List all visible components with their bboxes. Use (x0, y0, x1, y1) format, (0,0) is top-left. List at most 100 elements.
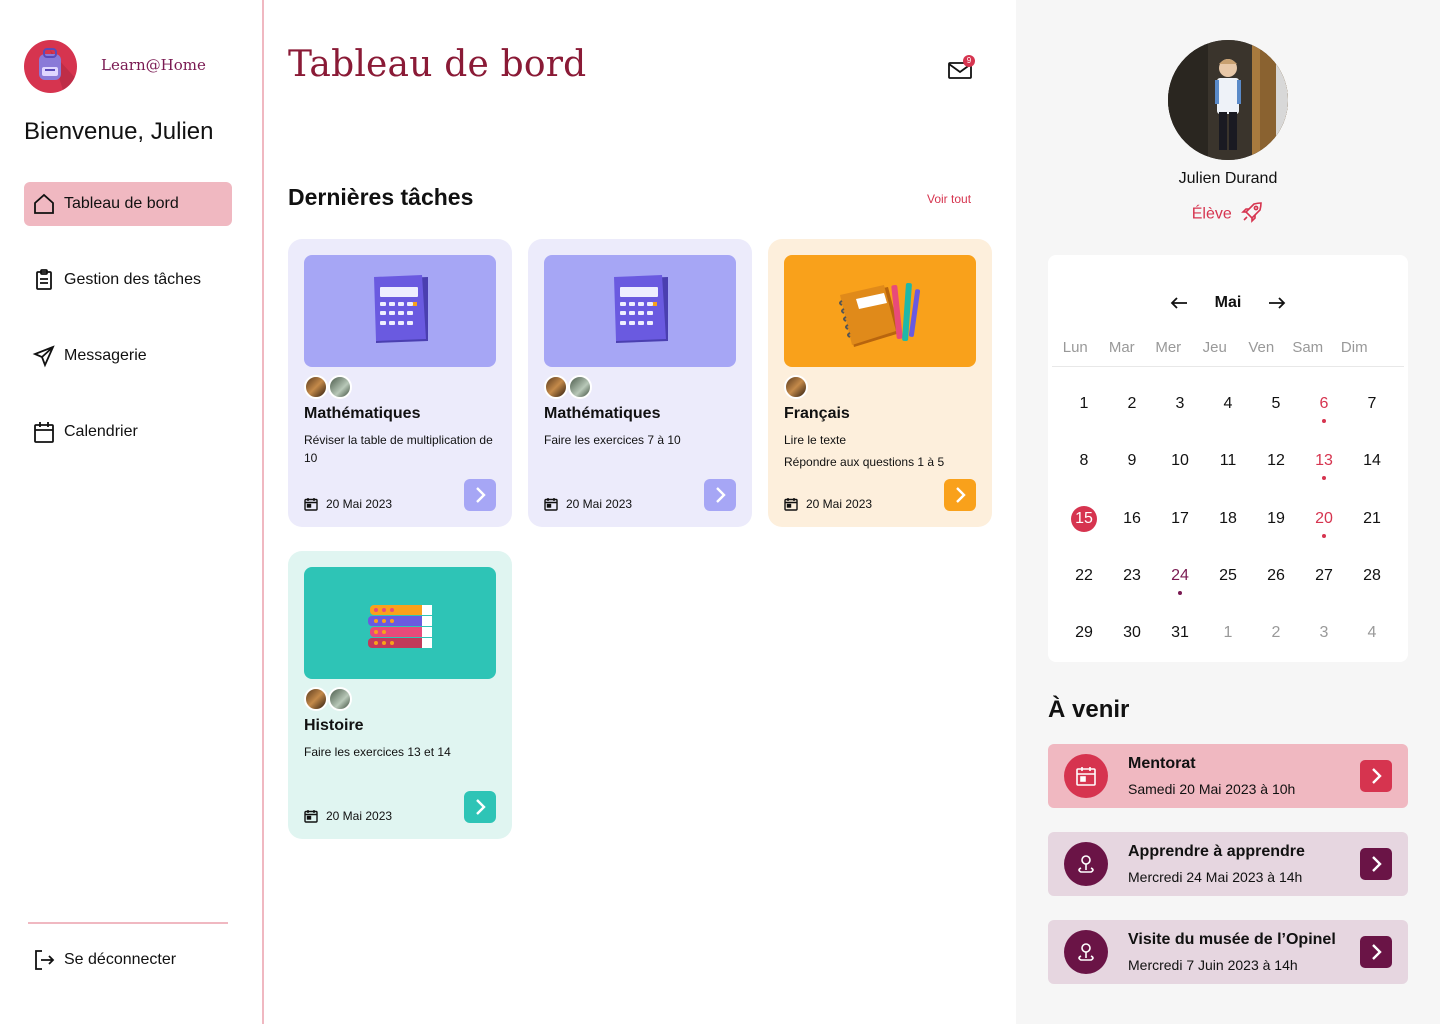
calendar-day[interactable]: 2 (1108, 379, 1156, 436)
upcoming-event[interactable]: Mentorat Samedi 20 Mai 2023 à 10h (1048, 744, 1408, 808)
event-dot (1322, 533, 1326, 538)
sidebar-item-label: Messagerie (64, 347, 147, 364)
calendar-day[interactable]: 21 (1348, 494, 1396, 551)
calendar-day[interactable]: 3 (1156, 379, 1204, 436)
calendar-month: Mai (1214, 294, 1242, 311)
event-title: Mentorat (1128, 755, 1196, 772)
page-title: Tableau de bord (288, 44, 587, 85)
task-subject: Mathématiques (544, 405, 661, 422)
task-card[interactable]: Mathématiques Faire les exercices 7 à 10… (528, 239, 752, 527)
profile-avatar[interactable] (1168, 40, 1288, 160)
calendar-grid: 1 2 3 4 5 6 7 8 9 10 11 12 13 14 15 16 1… (1060, 379, 1396, 665)
calendar-day[interactable]: 10 (1156, 436, 1204, 493)
sidebar-item-messaging[interactable]: Messagerie (24, 334, 232, 378)
task-date: 20 Mai 2023 (304, 809, 392, 823)
calendar-day[interactable]: 12 (1252, 436, 1300, 493)
rocket-icon (1240, 200, 1264, 229)
books-icon (304, 567, 496, 679)
calendar-day-next-month[interactable]: 1 (1204, 608, 1252, 665)
open-task-button[interactable] (704, 479, 736, 511)
calendar-day[interactable]: 14 (1348, 436, 1396, 493)
profile-name: Julien Durand (1178, 170, 1278, 187)
calendar-day[interactable]: 5 (1252, 379, 1300, 436)
calendar-day[interactable]: 28 (1348, 551, 1396, 608)
weekday-label: Sam (1292, 339, 1324, 356)
calendar-divider (1052, 366, 1404, 367)
upcoming-event[interactable]: Visite du musée de l’Opinel Mercredi 7 J… (1048, 920, 1408, 984)
calendar-day[interactable]: 13 (1300, 436, 1348, 493)
calendar-day[interactable]: 6 (1300, 379, 1348, 436)
calendar-day-next-month[interactable]: 4 (1348, 608, 1396, 665)
sidebar-item-calendar[interactable]: Calendrier (24, 410, 232, 454)
calendar-week-row: 15 16 17 18 19 20 21 (1060, 494, 1396, 551)
calendar-day-next-month[interactable]: 3 (1300, 608, 1348, 665)
avatar (328, 375, 352, 399)
sidebar-item-tasks[interactable]: Gestion des tâches (24, 258, 232, 302)
weekday-label: Mar (1108, 339, 1135, 356)
calendar-day[interactable]: 27 (1300, 551, 1348, 608)
sidebar-nav: Tableau de bord Gestion des tâches Messa… (24, 182, 232, 486)
tasks-section-title: Dernières tâches (288, 184, 474, 210)
calendar-day[interactable]: 11 (1204, 436, 1252, 493)
event-dot (1322, 419, 1326, 423)
calendar-header: Mai (1048, 291, 1408, 315)
calendar-week-row: 8 9 10 11 12 13 14 (1060, 436, 1396, 493)
calendar-day[interactable]: 18 (1204, 494, 1252, 551)
weekday-label: Ven (1248, 339, 1275, 356)
calculator-icon (304, 255, 496, 367)
profile-role-label: Élève (1191, 205, 1232, 223)
avatar (304, 375, 328, 399)
calendar-day[interactable]: 31 (1156, 608, 1204, 665)
calendar-day[interactable]: 17 (1156, 494, 1204, 551)
calendar-day-next-month[interactable]: 2 (1252, 608, 1300, 665)
task-subject: Français (784, 405, 850, 422)
calendar-week-row: 1 2 3 4 5 6 7 (1060, 379, 1396, 436)
calendar-day[interactable]: 25 (1204, 551, 1252, 608)
calendar-day[interactable]: 4 (1204, 379, 1252, 436)
arrow-right-icon[interactable] (1265, 291, 1289, 315)
task-description: Lire le texte (784, 433, 847, 447)
calendar-day[interactable]: 30 (1108, 608, 1156, 665)
task-card[interactable]: Histoire Faire les exercices 13 et 14 20… (288, 551, 512, 839)
calendar-day[interactable]: 7 (1348, 379, 1396, 436)
task-date: 20 Mai 2023 (544, 497, 632, 511)
task-date-label: 20 Mai 2023 (566, 497, 633, 511)
open-event-button[interactable] (1360, 936, 1392, 968)
calendar-icon (784, 497, 798, 511)
event-title: Visite du musée de l’Opinel (1128, 931, 1336, 948)
open-task-button[interactable] (944, 479, 976, 511)
calendar-day[interactable]: 20 (1300, 494, 1348, 551)
calendar-day[interactable]: 16 (1108, 494, 1156, 551)
calendar-day[interactable]: 1 (1060, 379, 1108, 436)
open-event-button[interactable] (1360, 760, 1392, 792)
calendar-day[interactable]: 19 (1252, 494, 1300, 551)
calendar-day[interactable]: 9 (1108, 436, 1156, 493)
calendar-day[interactable]: 24 (1156, 551, 1204, 608)
task-card[interactable]: Français Lire le texte Répondre aux ques… (768, 239, 992, 527)
sidebar-item-label: Calendrier (64, 423, 138, 440)
calendar-day[interactable]: 22 (1060, 551, 1108, 608)
notebook-pens-icon (784, 255, 976, 367)
task-date: 20 Mai 2023 (784, 497, 872, 511)
upcoming-event[interactable]: Apprendre à apprendre Mercredi 24 Mai 20… (1048, 832, 1408, 896)
logout-button[interactable]: Se déconnecter (32, 948, 176, 972)
task-date-label: 20 Mai 2023 (326, 497, 393, 511)
task-card[interactable]: Mathématiques Réviser la table de multip… (288, 239, 512, 527)
calendar-day[interactable]: 8 (1060, 436, 1108, 493)
task-date-label: 20 Mai 2023 (326, 809, 393, 823)
calendar-day[interactable]: 23 (1108, 551, 1156, 608)
calendar-day[interactable]: 29 (1060, 608, 1108, 665)
send-icon (32, 344, 56, 368)
calendar-icon (1064, 754, 1108, 798)
see-all-link[interactable]: Voir tout (927, 192, 971, 206)
calendar-day[interactable]: 26 (1252, 551, 1300, 608)
open-task-button[interactable] (464, 479, 496, 511)
open-event-button[interactable] (1360, 848, 1392, 880)
calendar-icon (32, 420, 56, 444)
sidebar-item-dashboard[interactable]: Tableau de bord (24, 182, 232, 226)
task-description-2: Répondre aux questions 1 à 5 (784, 455, 945, 469)
open-task-button[interactable] (464, 791, 496, 823)
clipboard-icon (32, 268, 56, 292)
calendar-day-today[interactable]: 15 (1060, 494, 1108, 551)
arrow-left-icon[interactable] (1167, 291, 1191, 315)
